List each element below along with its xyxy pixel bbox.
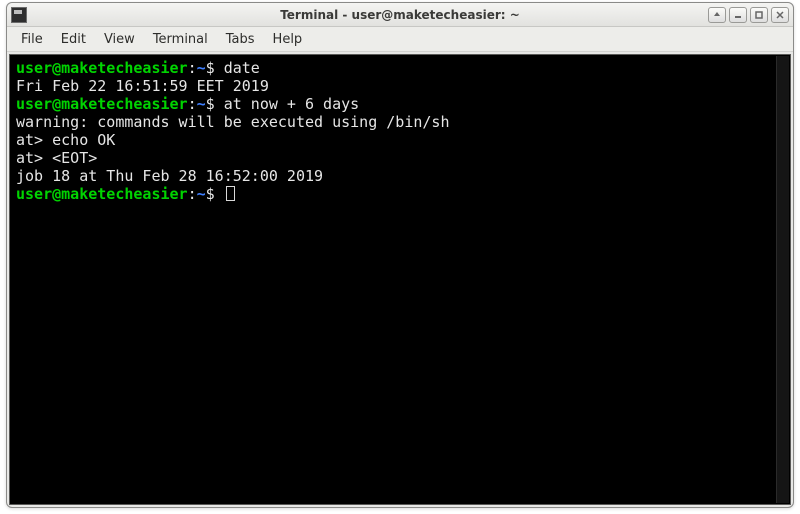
prompt-symbol: $ <box>206 59 215 77</box>
prompt-symbol: $ <box>206 95 215 113</box>
cmd-at: at now + 6 days <box>224 95 359 113</box>
arrow-up-icon <box>713 11 721 19</box>
terminal-scrollbar[interactable] <box>776 56 789 503</box>
terminal-app-icon <box>11 7 27 23</box>
menu-edit[interactable]: Edit <box>53 29 94 50</box>
prompt-user-host: user@maketecheasier <box>16 95 188 113</box>
menu-file[interactable]: File <box>13 29 51 50</box>
prompt-cwd: ~ <box>197 59 206 77</box>
terminal-viewport[interactable]: user@maketecheasier:~$ date Fri Feb 22 1… <box>9 54 791 505</box>
cmd-date: date <box>224 59 260 77</box>
at-prompt-echo: at> echo OK <box>16 131 115 149</box>
output-date: Fri Feb 22 16:51:59 EET 2019 <box>16 77 269 95</box>
window-title: Terminal - user@maketecheasier: ~ <box>7 8 793 22</box>
prompt-user-host: user@maketecheasier <box>16 59 188 77</box>
maximize-button[interactable] <box>750 7 768 23</box>
menubar: File Edit View Terminal Tabs Help <box>7 27 793 52</box>
menu-help[interactable]: Help <box>265 29 311 50</box>
prompt-cwd: ~ <box>197 185 206 203</box>
maximize-icon <box>755 11 763 19</box>
prompt-symbol: $ <box>206 185 215 203</box>
window-controls <box>708 7 789 23</box>
prompt-sep: : <box>188 185 197 203</box>
minimize-button[interactable] <box>729 7 747 23</box>
terminal-window: Terminal - user@maketecheasier: ~ File E… <box>6 2 794 508</box>
titlebar: Terminal - user@maketecheasier: ~ <box>7 3 793 27</box>
terminal-cursor <box>226 186 235 201</box>
prompt-sep: : <box>188 59 197 77</box>
menu-tabs[interactable]: Tabs <box>218 29 263 50</box>
output-job: job 18 at Thu Feb 28 16:52:00 2019 <box>16 167 323 185</box>
at-prompt-eot: at> <EOT> <box>16 149 97 167</box>
menu-terminal[interactable]: Terminal <box>145 29 216 50</box>
output-warning: warning: commands will be executed using… <box>16 113 449 131</box>
sticky-button[interactable] <box>708 7 726 23</box>
close-button[interactable] <box>771 7 789 23</box>
prompt-user-host: user@maketecheasier <box>16 185 188 203</box>
terminal-content[interactable]: user@maketecheasier:~$ date Fri Feb 22 1… <box>10 55 790 207</box>
prompt-cwd: ~ <box>197 95 206 113</box>
menu-view[interactable]: View <box>96 29 143 50</box>
close-icon <box>776 11 784 19</box>
prompt-sep: : <box>188 95 197 113</box>
minimize-icon <box>734 11 742 19</box>
